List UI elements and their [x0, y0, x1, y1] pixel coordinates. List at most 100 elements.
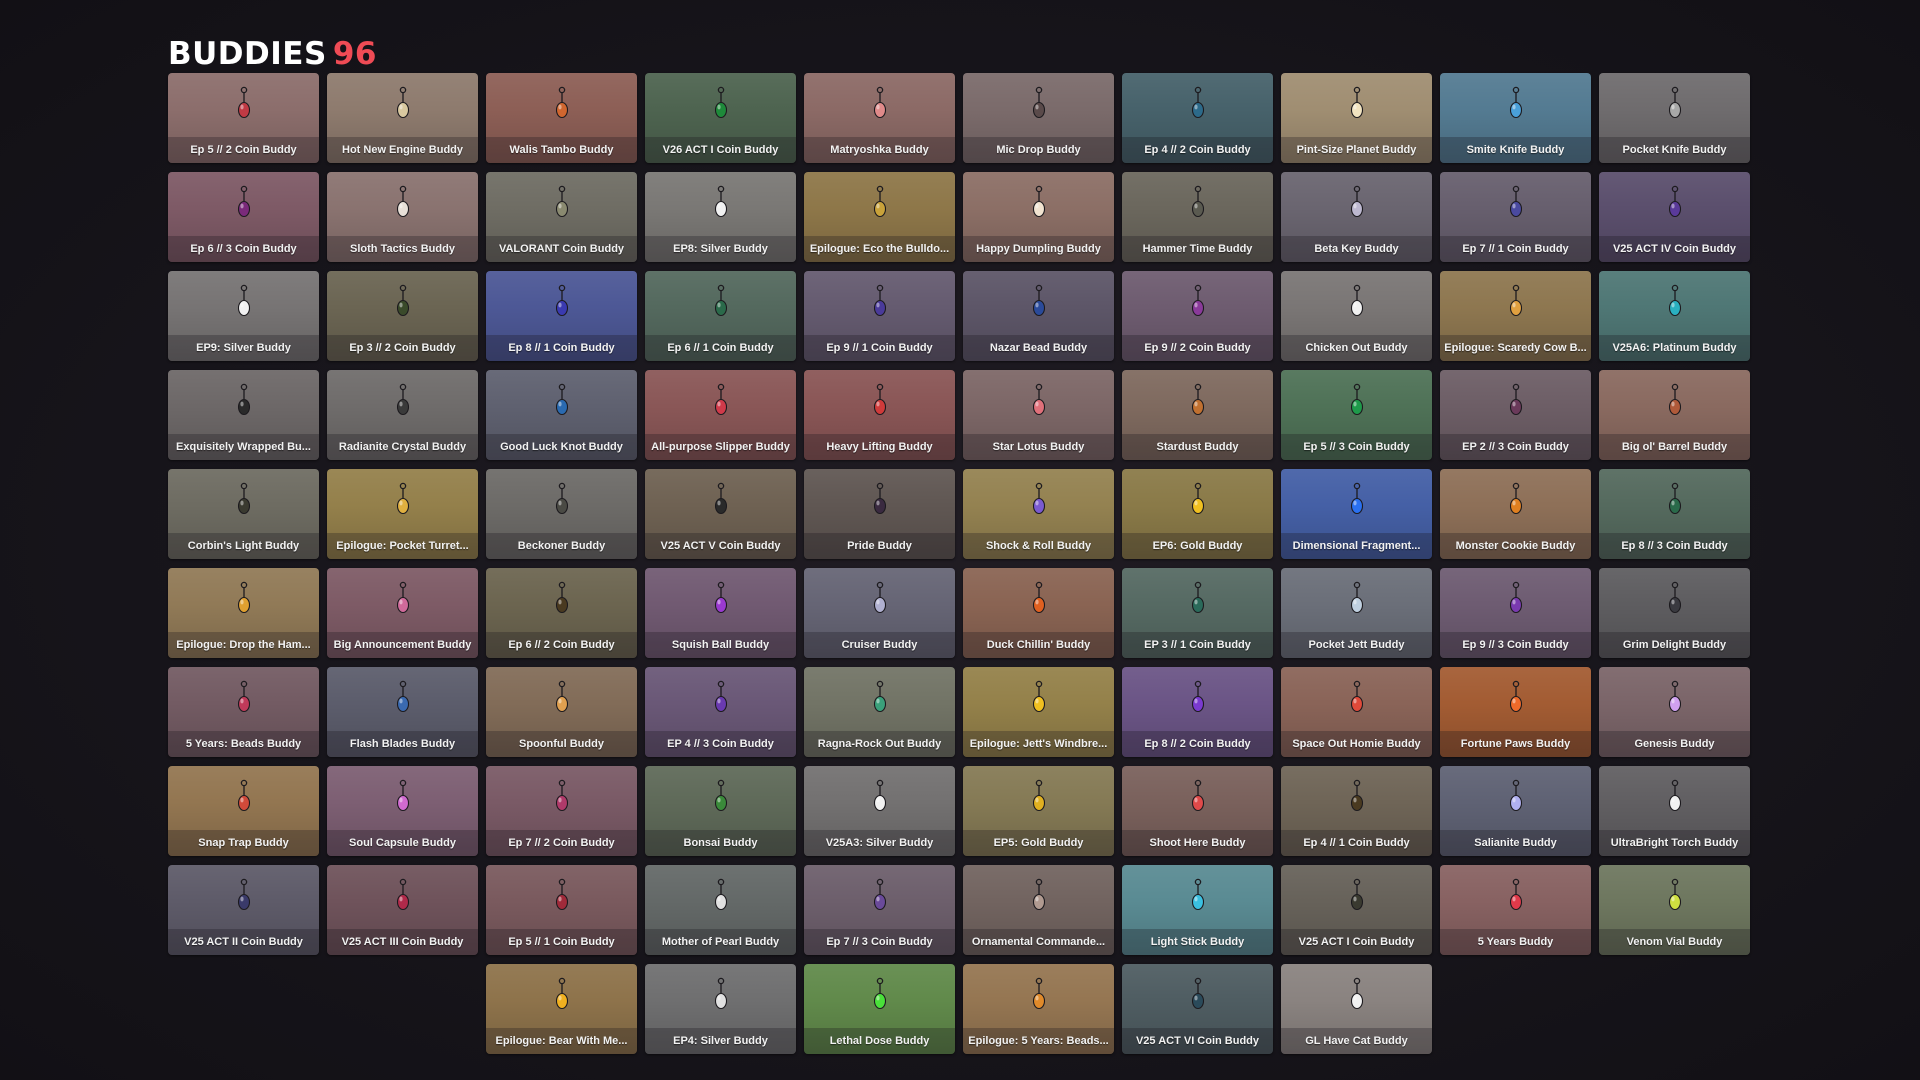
- buddy-name: Ep 6 // 3 Coin Buddy: [168, 236, 319, 262]
- buddy-card[interactable]: Fortune Paws Buddy: [1440, 667, 1591, 757]
- buddy-card[interactable]: Light Stick Buddy: [1122, 865, 1273, 955]
- buddy-card[interactable]: EP5: Gold Buddy: [963, 766, 1114, 856]
- buddy-card[interactable]: V25 ACT IV Coin Buddy: [1599, 172, 1750, 262]
- buddy-card[interactable]: Ep 7 // 3 Coin Buddy: [804, 865, 955, 955]
- buddy-card[interactable]: Ep 4 // 2 Coin Buddy: [1122, 73, 1273, 163]
- buddy-card[interactable]: Ep 8 // 2 Coin Buddy: [1122, 667, 1273, 757]
- buddy-card[interactable]: Hammer Time Buddy: [1122, 172, 1273, 262]
- buddy-card[interactable]: V25A6: Platinum Buddy: [1599, 271, 1750, 361]
- buddy-card[interactable]: Hot New Engine Buddy: [327, 73, 478, 163]
- buddy-card[interactable]: Ep 8 // 1 Coin Buddy: [486, 271, 637, 361]
- buddy-card[interactable]: Ep 8 // 3 Coin Buddy: [1599, 469, 1750, 559]
- buddy-card[interactable]: Ep 9 // 2 Coin Buddy: [1122, 271, 1273, 361]
- buddy-card[interactable]: Pocket Jett Buddy: [1281, 568, 1432, 658]
- buddy-name: Beckoner Buddy: [486, 533, 637, 559]
- buddy-card[interactable]: Mic Drop Buddy: [963, 73, 1114, 163]
- buddy-card[interactable]: Ep 6 // 3 Coin Buddy: [168, 172, 319, 262]
- buddy-card[interactable]: Chicken Out Buddy: [1281, 271, 1432, 361]
- buddy-card[interactable]: Smite Knife Buddy: [1440, 73, 1591, 163]
- buddy-card[interactable]: Flash Blades Buddy: [327, 667, 478, 757]
- buddy-card[interactable]: Lethal Dose Buddy: [804, 964, 955, 1054]
- buddy-card[interactable]: Genesis Buddy: [1599, 667, 1750, 757]
- buddy-card[interactable]: V25 ACT I Coin Buddy: [1281, 865, 1432, 955]
- buddy-card[interactable]: V26 ACT I Coin Buddy: [645, 73, 796, 163]
- buddy-card[interactable]: Pride Buddy: [804, 469, 955, 559]
- buddy-card[interactable]: EP8: Silver Buddy: [645, 172, 796, 262]
- buddy-card[interactable]: Exquisitely Wrapped Bu...: [168, 370, 319, 460]
- buddy-card[interactable]: Big Announcement Buddy: [327, 568, 478, 658]
- buddy-card[interactable]: Big ol' Barrel Buddy: [1599, 370, 1750, 460]
- buddy-card[interactable]: Squish Ball Buddy: [645, 568, 796, 658]
- buddy-card[interactable]: Epilogue: Drop the Ham...: [168, 568, 319, 658]
- buddy-card[interactable]: Happy Dumpling Buddy: [963, 172, 1114, 262]
- buddy-name: 5 Years Buddy: [1440, 929, 1591, 955]
- buddy-card[interactable]: Epilogue: Eco the Bulldo...: [804, 172, 955, 262]
- buddy-card[interactable]: EP6: Gold Buddy: [1122, 469, 1273, 559]
- buddy-card[interactable]: EP 2 // 3 Coin Buddy: [1440, 370, 1591, 460]
- buddy-card[interactable]: Corbin's Light Buddy: [168, 469, 319, 559]
- buddy-card[interactable]: V25 ACT II Coin Buddy: [168, 865, 319, 955]
- buddy-card[interactable]: Ep 3 // 2 Coin Buddy: [327, 271, 478, 361]
- buddy-card[interactable]: Shock & Roll Buddy: [963, 469, 1114, 559]
- buddy-card[interactable]: Heavy Lifting Buddy: [804, 370, 955, 460]
- buddy-card[interactable]: EP 4 // 3 Coin Buddy: [645, 667, 796, 757]
- buddy-charm-icon: [396, 680, 409, 713]
- buddy-card[interactable]: Pint-Size Planet Buddy: [1281, 73, 1432, 163]
- buddy-card[interactable]: Space Out Homie Buddy: [1281, 667, 1432, 757]
- buddy-card[interactable]: Dimensional Fragment...: [1281, 469, 1432, 559]
- buddy-card[interactable]: V25A3: Silver Buddy: [804, 766, 955, 856]
- buddy-card[interactable]: Ep 6 // 1 Coin Buddy: [645, 271, 796, 361]
- buddy-card[interactable]: Ragna-Rock Out Buddy: [804, 667, 955, 757]
- buddy-card[interactable]: Radianite Crystal Buddy: [327, 370, 478, 460]
- buddy-card[interactable]: Mother of Pearl Buddy: [645, 865, 796, 955]
- buddy-card[interactable]: Monster Cookie Buddy: [1440, 469, 1591, 559]
- buddy-card[interactable]: Epilogue: Jett's Windbre...: [963, 667, 1114, 757]
- buddy-card[interactable]: 5 Years Buddy: [1440, 865, 1591, 955]
- buddy-card[interactable]: Beta Key Buddy: [1281, 172, 1432, 262]
- buddy-card[interactable]: Ep 7 // 1 Coin Buddy: [1440, 172, 1591, 262]
- buddy-card[interactable]: Bonsai Buddy: [645, 766, 796, 856]
- buddy-card[interactable]: Good Luck Knot Buddy: [486, 370, 637, 460]
- buddy-card[interactable]: Walis Tambo Buddy: [486, 73, 637, 163]
- buddy-card[interactable]: Epilogue: Pocket Turret...: [327, 469, 478, 559]
- buddy-card[interactable]: Snap Trap Buddy: [168, 766, 319, 856]
- buddy-card[interactable]: Epilogue: Bear With Me...: [486, 964, 637, 1054]
- buddy-card[interactable]: Epilogue: Scaredy Cow B...: [1440, 271, 1591, 361]
- buddy-card[interactable]: Ep 6 // 2 Coin Buddy: [486, 568, 637, 658]
- buddy-card[interactable]: Ep 4 // 1 Coin Buddy: [1281, 766, 1432, 856]
- buddy-card[interactable]: Spoonful Buddy: [486, 667, 637, 757]
- buddy-card[interactable]: V25 ACT III Coin Buddy: [327, 865, 478, 955]
- buddy-card[interactable]: Salianite Buddy: [1440, 766, 1591, 856]
- buddy-card[interactable]: VALORANT Coin Buddy: [486, 172, 637, 262]
- buddy-card[interactable]: UltraBright Torch Buddy: [1599, 766, 1750, 856]
- buddy-card[interactable]: EP9: Silver Buddy: [168, 271, 319, 361]
- buddy-card[interactable]: Shoot Here Buddy: [1122, 766, 1273, 856]
- buddy-card[interactable]: Matryoshka Buddy: [804, 73, 955, 163]
- buddy-card[interactable]: V25 ACT V Coin Buddy: [645, 469, 796, 559]
- buddy-card[interactable]: Ep 7 // 2 Coin Buddy: [486, 766, 637, 856]
- buddy-card[interactable]: Cruiser Buddy: [804, 568, 955, 658]
- buddy-card[interactable]: Nazar Bead Buddy: [963, 271, 1114, 361]
- buddy-card[interactable]: Sloth Tactics Buddy: [327, 172, 478, 262]
- buddy-card[interactable]: Grim Delight Buddy: [1599, 568, 1750, 658]
- buddy-card[interactable]: EP 3 // 1 Coin Buddy: [1122, 568, 1273, 658]
- buddy-card[interactable]: Ep 5 // 3 Coin Buddy: [1281, 370, 1432, 460]
- buddy-card[interactable]: Stardust Buddy: [1122, 370, 1273, 460]
- buddy-card[interactable]: Star Lotus Buddy: [963, 370, 1114, 460]
- buddy-card[interactable]: Pocket Knife Buddy: [1599, 73, 1750, 163]
- buddy-card[interactable]: GL Have Cat Buddy: [1281, 964, 1432, 1054]
- buddy-card[interactable]: Epilogue: 5 Years: Beads...: [963, 964, 1114, 1054]
- buddy-card[interactable]: Ep 5 // 1 Coin Buddy: [486, 865, 637, 955]
- buddy-card[interactable]: All-purpose Slipper Buddy: [645, 370, 796, 460]
- buddy-card[interactable]: Soul Capsule Buddy: [327, 766, 478, 856]
- buddy-card[interactable]: Ep 9 // 3 Coin Buddy: [1440, 568, 1591, 658]
- buddy-card[interactable]: Beckoner Buddy: [486, 469, 637, 559]
- buddy-card[interactable]: V25 ACT VI Coin Buddy: [1122, 964, 1273, 1054]
- buddy-card[interactable]: Venom Vial Buddy: [1599, 865, 1750, 955]
- buddy-card[interactable]: Duck Chillin' Buddy: [963, 568, 1114, 658]
- buddy-card[interactable]: Ornamental Commande...: [963, 865, 1114, 955]
- buddy-card[interactable]: EP4: Silver Buddy: [645, 964, 796, 1054]
- buddy-card[interactable]: Ep 9 // 1 Coin Buddy: [804, 271, 955, 361]
- buddy-card[interactable]: Ep 5 // 2 Coin Buddy: [168, 73, 319, 163]
- buddy-card[interactable]: 5 Years: Beads Buddy: [168, 667, 319, 757]
